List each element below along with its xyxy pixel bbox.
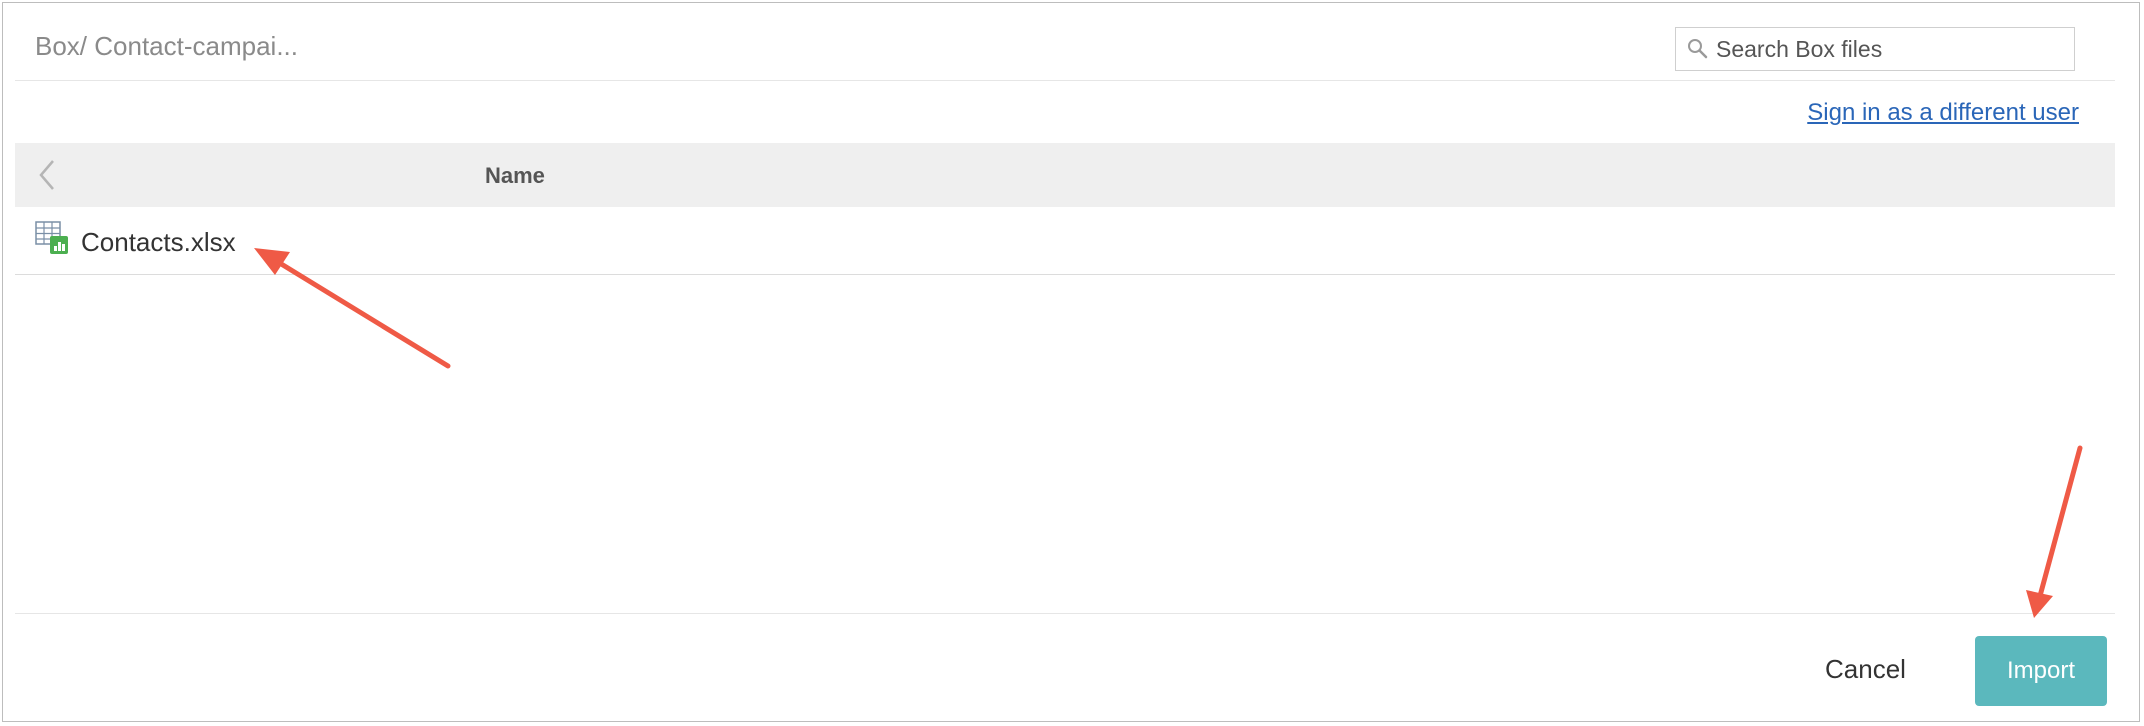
file-name[interactable]: Contacts.xlsx [81, 227, 236, 258]
import-button[interactable]: Import [1975, 636, 2107, 706]
breadcrumb[interactable]: Box/ Contact-campai... [35, 31, 298, 62]
sign-in-different-user-link[interactable]: Sign in as a different user [1807, 99, 2079, 127]
column-header-name[interactable]: Name [485, 163, 545, 189]
file-table: Name Contacts.xlsx [15, 143, 2115, 615]
search-icon [1688, 39, 1708, 59]
table-row[interactable]: Contacts.xlsx [15, 207, 2115, 275]
spreadsheet-file-icon [35, 221, 69, 260]
search-input[interactable] [1716, 32, 2066, 66]
dialog-footer: Cancel Import [15, 613, 2115, 721]
dialog-header: Box/ Contact-campai... [15, 3, 2115, 81]
search-box[interactable] [1675, 27, 2075, 71]
table-header: Name [15, 143, 2115, 207]
back-chevron-icon[interactable] [35, 157, 59, 198]
box-file-picker-dialog: Box/ Contact-campai... Sign in as a diff… [2, 2, 2140, 722]
cancel-button[interactable]: Cancel [1825, 654, 1906, 685]
